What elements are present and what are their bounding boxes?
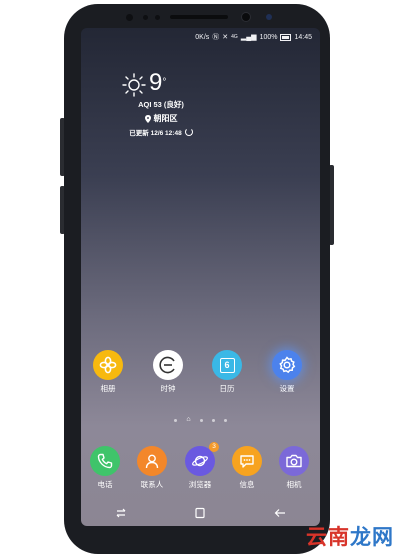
camera-icon [279,446,309,476]
iris-scanner-icon [266,14,272,20]
page-dot [211,418,215,422]
app-settings[interactable]: 设置 [265,350,309,394]
mute-icon: ✕ [222,34,229,41]
sensor-icon [155,15,160,20]
status-bar: 0K/s Ⓝ ✕ 4G ▂▄▆ 100% 14:45 [195,32,312,42]
earpiece-speaker [170,15,228,19]
air-quality: AQI 53 (良好) [138,100,184,109]
gear-icon [272,350,302,380]
location-pin-icon [144,114,151,123]
clock-icon [153,350,183,380]
calendar-day: 6 [219,357,235,373]
sunny-icon [122,73,146,97]
update-time: 已更新 12/6 12:48 [129,130,182,137]
app-messages[interactable]: 信息 [225,446,269,490]
app-label: 电话 [97,480,113,489]
notification-badge: 3 [209,442,219,452]
app-label: 联系人 [140,480,164,489]
recent-apps-icon[interactable] [114,506,128,520]
front-camera-icon [242,13,250,21]
app-contacts[interactable]: 联系人 [130,446,174,490]
app-camera[interactable]: 相机 [272,446,316,490]
weather-widget[interactable]: 9° AQI 53 (良好) 朝阳区 已更新 12/6 12:48 [101,71,221,137]
4g-signal-icon: 4G [231,34,238,40]
home-page-icon: ⌂ [186,416,191,423]
app-label: 信息 [239,480,255,489]
app-browser[interactable]: 3 浏览器 [178,442,222,490]
nfc-icon: Ⓝ [212,34,220,41]
navigation-bar [81,502,320,524]
phone-icon [90,446,120,476]
temperature: 9° [149,71,166,95]
update-info: 已更新 12/6 12:48 [101,127,221,137]
calendar-icon: 6 [212,350,242,380]
location-name: 朝阳区 [153,114,178,123]
app-calendar[interactable]: 6 日历 [205,350,249,394]
page-indicator[interactable]: ⌂ [81,416,320,423]
app-label: 时钟 [160,384,176,393]
degree-symbol: ° [162,77,167,88]
watermark-part-b: 龙网 [350,526,394,549]
gallery-flower-icon [93,350,123,380]
location: 朝阳区 [101,113,221,124]
contacts-icon [137,446,167,476]
home-button-icon[interactable] [193,506,207,520]
watermark: 云南龙网 [306,521,394,551]
page-dot [199,418,203,422]
app-label: 设置 [279,384,295,393]
signal-icon: ▂▄▆ [240,34,257,41]
page-dot [223,418,227,422]
app-label: 相机 [286,480,302,489]
browser-planet-icon: 3 [185,442,219,476]
temperature-value: 9 [149,69,163,96]
clock-time: 14:45 [294,33,312,41]
battery-percent: 100% [259,33,278,41]
app-label: 相册 [100,384,116,393]
sensor-icon [126,14,133,21]
network-speed: 0K/s [195,33,210,41]
app-gallery[interactable]: 相册 [86,350,130,394]
battery-icon [280,33,292,41]
sensor-icon [143,15,148,20]
app-clock[interactable]: 时钟 [146,350,190,394]
watermark-part-a: 云南 [306,526,350,549]
app-label: 日历 [219,384,235,393]
page-dot [174,418,178,422]
app-label: 浏览器 [188,480,212,489]
app-phone[interactable]: 电话 [83,446,127,490]
back-arrow-icon[interactable] [273,506,287,520]
refresh-icon[interactable] [184,128,193,136]
message-icon [232,446,262,476]
home-screen: 0K/s Ⓝ ✕ 4G ▂▄▆ 100% 14:45 9° AQI 53 (良好… [81,28,320,526]
